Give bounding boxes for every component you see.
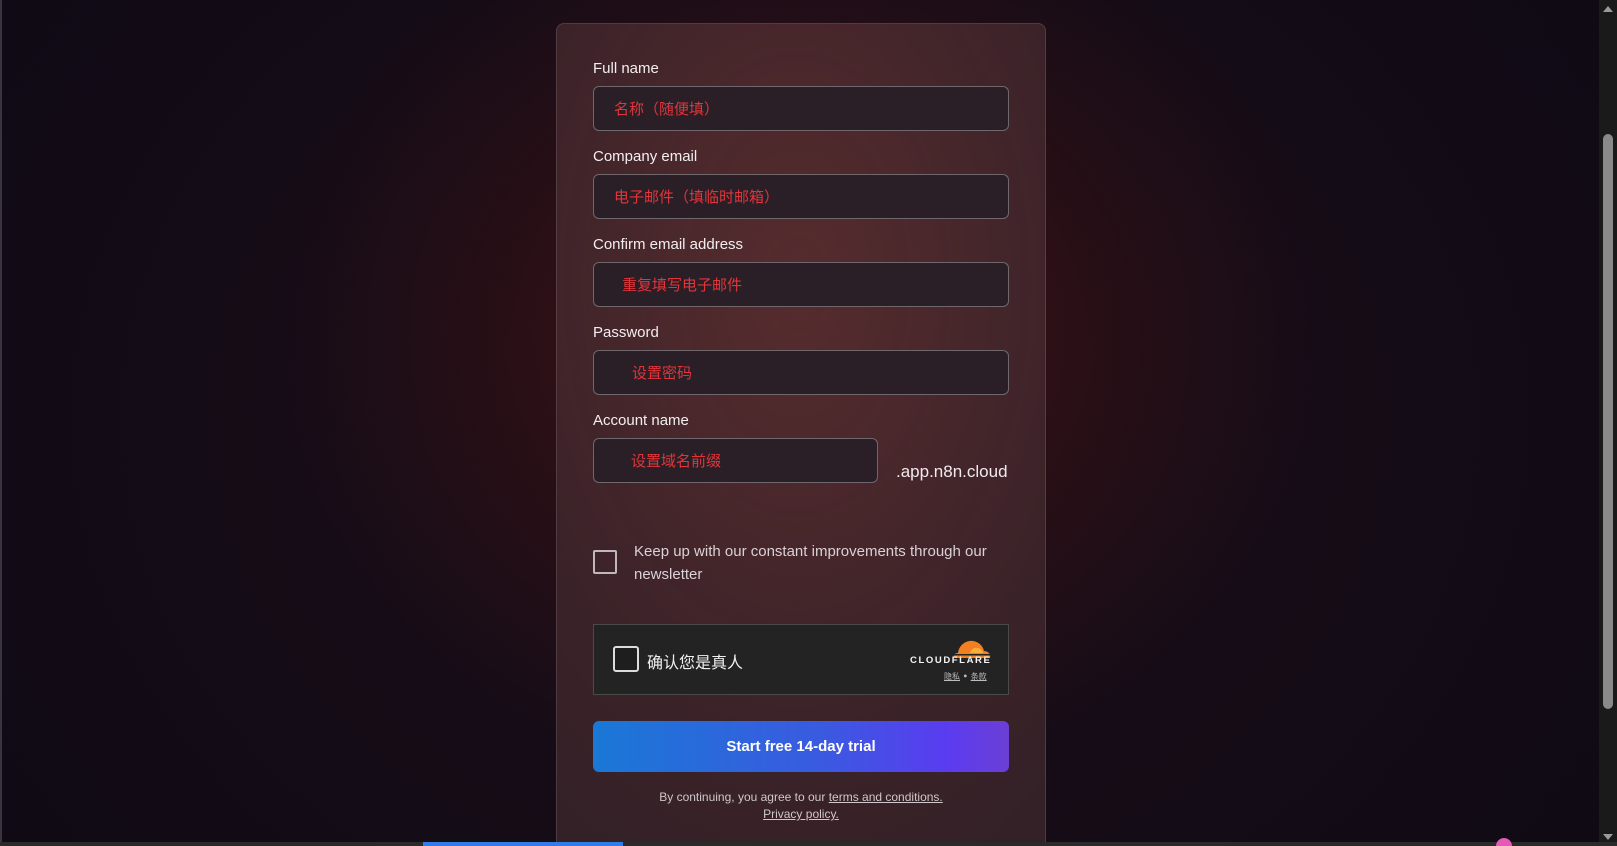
- terms-link[interactable]: terms and conditions.: [829, 790, 943, 804]
- captcha-checkbox[interactable]: [613, 646, 639, 672]
- scroll-down-arrow-icon[interactable]: [1603, 834, 1613, 840]
- company-email-label: Company email: [593, 148, 698, 165]
- signup-card: Full name Company email Confirm email ad…: [556, 23, 1046, 846]
- captcha-link-separator: •: [960, 672, 971, 681]
- vertical-scrollbar[interactable]: [1599, 0, 1617, 846]
- legal-notice: By continuing, you agree to our terms an…: [593, 789, 1009, 823]
- cloudflare-captcha-widget: 确认您是真人 CLOUDFLARE 隐私 • 条款: [593, 624, 1009, 695]
- full-name-label: Full name: [593, 60, 659, 77]
- full-name-input[interactable]: [593, 86, 1009, 131]
- window-edge: [0, 0, 2, 846]
- taskbar: [0, 842, 1617, 846]
- captcha-privacy-link[interactable]: 隐私: [944, 672, 960, 681]
- privacy-policy-link[interactable]: Privacy policy.: [763, 807, 839, 821]
- account-name-label: Account name: [593, 412, 689, 429]
- password-input[interactable]: [593, 350, 1009, 395]
- start-trial-button[interactable]: Start free 14-day trial: [593, 721, 1009, 772]
- account-domain-suffix: .app.n8n.cloud: [896, 462, 1008, 481]
- password-label: Password: [593, 324, 659, 341]
- account-name-input[interactable]: [593, 438, 878, 483]
- captcha-label: 确认您是真人: [647, 653, 744, 672]
- newsletter-checkbox[interactable]: [593, 550, 617, 574]
- scrollbar-thumb[interactable]: [1603, 134, 1613, 709]
- scroll-up-arrow-icon[interactable]: [1603, 6, 1613, 12]
- confirm-email-input[interactable]: [593, 262, 1009, 307]
- confirm-email-label: Confirm email address: [593, 236, 744, 253]
- tray-app-icon[interactable]: [1496, 838, 1512, 846]
- newsletter-label: Keep up with our constant improvements t…: [634, 543, 987, 583]
- cloudflare-brand-text: CLOUDFLARE: [910, 655, 992, 666]
- legal-prefix: By continuing, you agree to our: [659, 790, 829, 804]
- captcha-terms-link[interactable]: 条款: [971, 672, 987, 681]
- taskbar-active-app-indicator[interactable]: [423, 842, 623, 846]
- company-email-input[interactable]: [593, 174, 1009, 219]
- captcha-links: 隐私 • 条款: [944, 671, 987, 682]
